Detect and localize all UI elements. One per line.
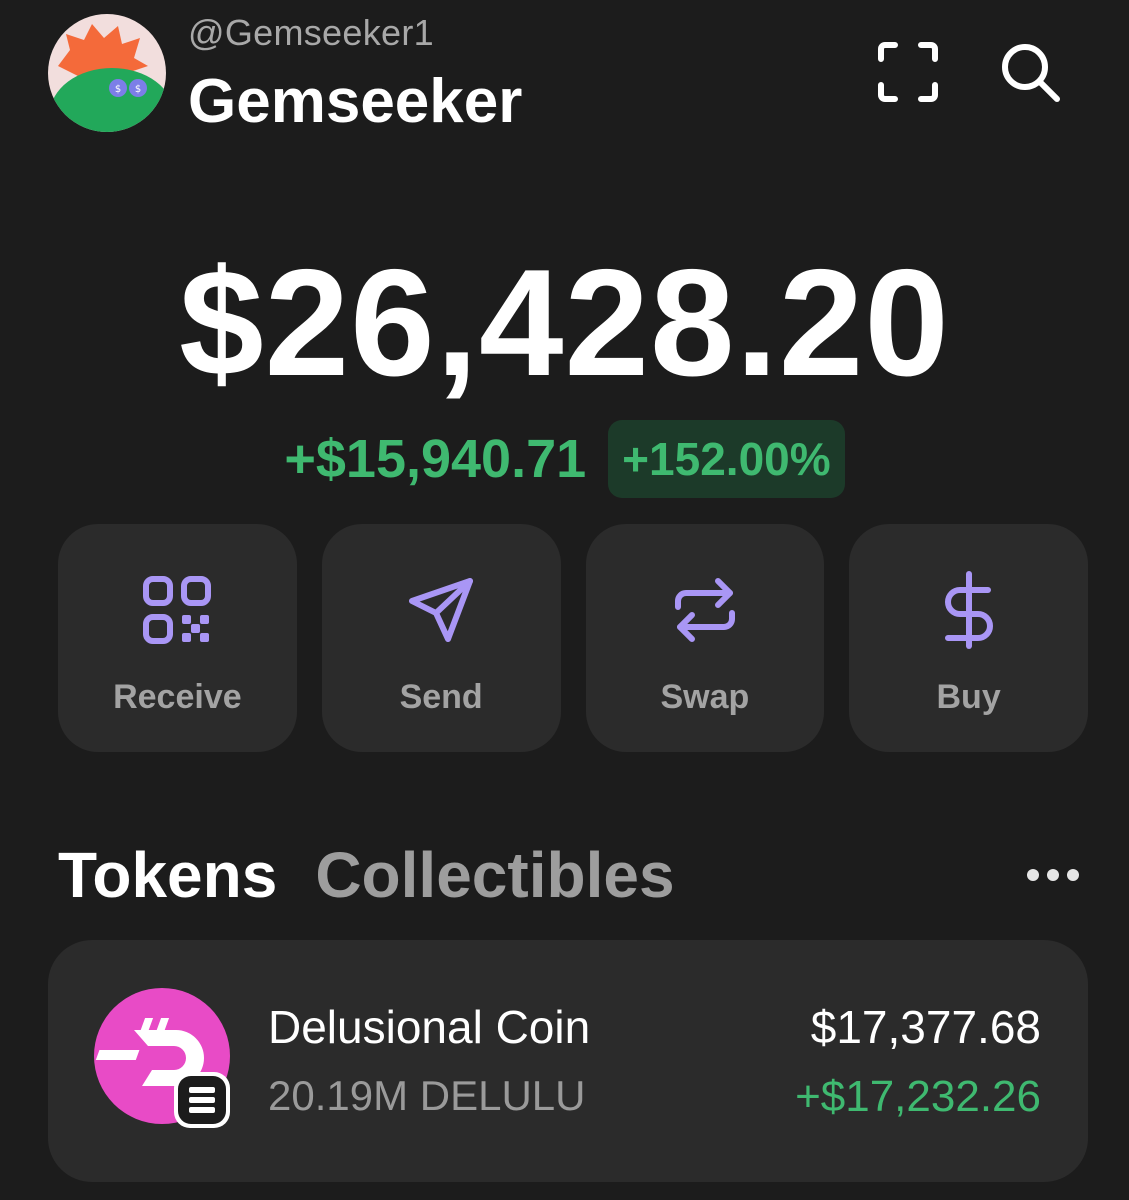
buy-button[interactable]: Buy	[849, 524, 1088, 752]
more-options-button[interactable]	[1018, 850, 1088, 900]
total-balance: $26,428.20	[179, 238, 950, 408]
swap-icon	[665, 570, 745, 650]
avatar[interactable]: $ $	[48, 14, 166, 132]
solana-badge-icon	[189, 1087, 215, 1113]
send-button[interactable]: Send	[321, 524, 561, 752]
buy-label: Buy	[936, 678, 1001, 716]
token-amount: 20.19M DELULU	[268, 1072, 586, 1119]
search-icon	[1002, 44, 1060, 102]
balance-change-percent-badge: +152.00%	[608, 420, 845, 498]
balance-change-amount: +$15,940.71	[284, 429, 587, 489]
scan-icon	[878, 42, 938, 102]
tab-collectibles[interactable]: Collectibles	[315, 838, 674, 912]
token-value: $17,377.68	[810, 1001, 1041, 1053]
qr-code-icon	[137, 570, 217, 650]
send-icon	[401, 570, 481, 650]
avatar-image: $ $	[48, 14, 166, 132]
dollar-icon	[929, 570, 1009, 650]
scan-button[interactable]	[872, 36, 944, 108]
swap-button[interactable]: Swap	[585, 524, 825, 752]
search-button[interactable]	[994, 36, 1066, 108]
asset-tabs: Tokens Collectibles	[58, 838, 675, 912]
action-buttons: Receive Send Swap Buy	[58, 524, 1088, 752]
token-name: Delusional Coin	[268, 1001, 591, 1053]
account-name[interactable]: Gemseeker	[188, 66, 522, 137]
receive-label: Receive	[113, 678, 242, 716]
svg-text:$: $	[115, 84, 121, 95]
swap-label: Swap	[660, 678, 750, 716]
tab-tokens[interactable]: Tokens	[58, 838, 277, 912]
user-handle: @Gemseeker1	[188, 12, 434, 53]
send-label: Send	[399, 678, 483, 716]
delulu-coin-icon	[94, 988, 230, 1128]
receive-button[interactable]: Receive	[58, 524, 297, 752]
more-dots-icon	[1027, 869, 1079, 881]
token-logo	[94, 988, 234, 1128]
token-change: +$17,232.26	[795, 1072, 1041, 1121]
balance-change-row: +$15,940.71 +152.00%	[0, 420, 1129, 498]
svg-text:$: $	[135, 84, 141, 95]
